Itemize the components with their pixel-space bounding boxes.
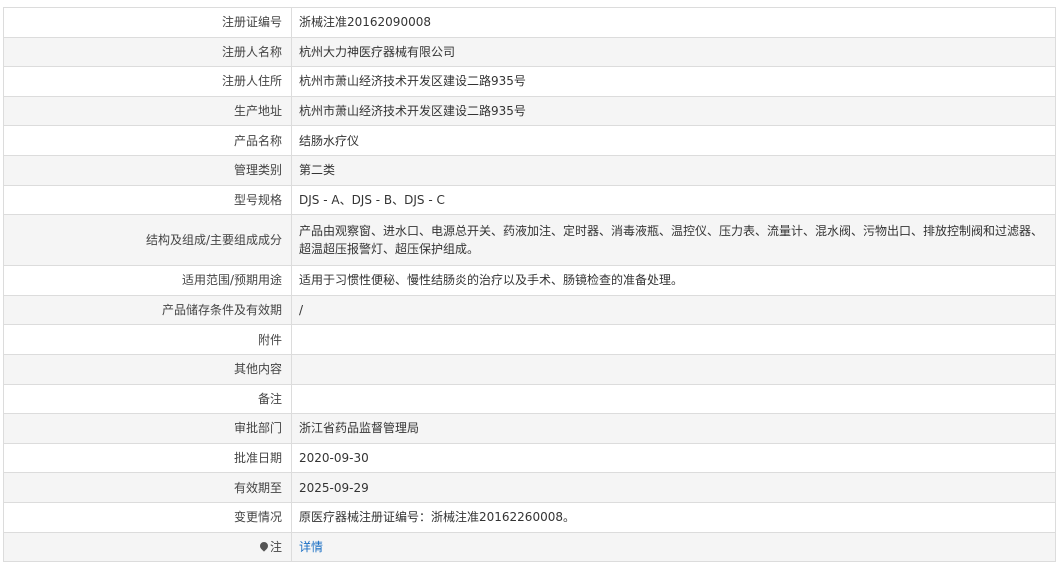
table-row: 结构及组成/主要组成成分 产品由观察窗、进水口、电源总开关、药液加注、定时器、消… [3, 214, 1056, 267]
row-label-storage: 产品储存条件及有效期 [3, 294, 292, 326]
table-row: 有效期至 2025-09-29 [3, 472, 1056, 503]
row-value-model-spec: DJS - A、DJS - B、DJS - C [291, 184, 1056, 216]
row-value-remarks [291, 383, 1056, 415]
table-row: 型号规格 DJS - A、DJS - B、DJS - C [3, 184, 1056, 216]
row-value-registration-number: 浙械注准20162090008 [291, 7, 1056, 38]
row-value-storage: / [291, 294, 1056, 326]
row-value-intended-use: 适用于习惯性便秘、慢性结肠炎的治疗以及手术、肠镜检查的准备处理。 [291, 265, 1056, 296]
row-label-other: 其他内容 [3, 353, 292, 385]
row-value-registrant-address: 杭州市萧山经济技术开发区建设二路935号 [291, 66, 1056, 97]
table-row: 管理类别 第二类 [3, 154, 1056, 186]
row-label-structure: 结构及组成/主要组成成分 [3, 214, 292, 267]
row-value-other [291, 353, 1056, 385]
row-label-model-spec: 型号规格 [3, 184, 292, 216]
row-label-registrant-address: 注册人住所 [3, 66, 292, 97]
row-label-management-class: 管理类别 [3, 154, 292, 186]
note-value-cell: 详情 [291, 531, 1056, 563]
table-row: 注册证编号 浙械注准20162090008 [3, 7, 1056, 38]
row-label-registration-number: 注册证编号 [3, 7, 292, 38]
row-value-management-class: 第二类 [291, 154, 1056, 186]
table-row: 注册人名称 杭州大力神医疗器械有限公司 [3, 36, 1056, 68]
note-label: 注 [269, 539, 282, 554]
table-row: 生产地址 杭州市萧山经济技术开发区建设二路935号 [3, 95, 1056, 127]
row-value-product-name: 结肠水疗仪 [291, 125, 1056, 156]
row-label-valid-until: 有效期至 [3, 472, 292, 503]
table-row: 批准日期 2020-09-30 [3, 442, 1056, 474]
table-row: 变更情况 原医疗器械注册证编号：浙械注准20162260008。 [3, 501, 1056, 533]
row-value-approval-date: 2020-09-30 [291, 442, 1056, 474]
row-label-production-address: 生产地址 [3, 95, 292, 127]
row-label-registrant-name: 注册人名称 [3, 36, 292, 68]
table-row: 注 详情 [3, 531, 1056, 563]
table-row: 产品名称 结肠水疗仪 [3, 125, 1056, 156]
table-row: 适用范围/预期用途 适用于习惯性便秘、慢性结肠炎的治疗以及手术、肠镜检查的准备处… [3, 265, 1056, 296]
details-link[interactable]: 详情 [299, 540, 323, 554]
row-value-attachment [291, 324, 1056, 355]
table-row: 注册人住所 杭州市萧山经济技术开发区建设二路935号 [3, 66, 1056, 97]
table-row: 备注 [3, 383, 1056, 415]
row-value-structure: 产品由观察窗、进水口、电源总开关、药液加注、定时器、消毒液瓶、温控仪、压力表、流… [291, 214, 1056, 267]
table-row: 审批部门 浙江省药品监督管理局 [3, 413, 1056, 444]
row-label-approval-dept: 审批部门 [3, 413, 292, 444]
registration-detail-table: 注册证编号 浙械注准20162090008 注册人名称 杭州大力神医疗器械有限公… [3, 7, 1056, 563]
row-label-product-name: 产品名称 [3, 125, 292, 156]
row-label-approval-date: 批准日期 [3, 442, 292, 474]
pin-icon [258, 540, 270, 552]
table-row: 产品储存条件及有效期 / [3, 294, 1056, 326]
row-value-approval-dept: 浙江省药品监督管理局 [291, 413, 1056, 444]
row-value-valid-until: 2025-09-29 [291, 472, 1056, 503]
row-value-changes: 原医疗器械注册证编号：浙械注准20162260008。 [291, 501, 1056, 533]
row-label-remarks: 备注 [3, 383, 292, 415]
row-label-attachment: 附件 [3, 324, 292, 355]
row-label-intended-use: 适用范围/预期用途 [3, 265, 292, 296]
row-label-changes: 变更情况 [3, 501, 292, 533]
row-value-production-address: 杭州市萧山经济技术开发区建设二路935号 [291, 95, 1056, 127]
row-value-registrant-name: 杭州大力神医疗器械有限公司 [291, 36, 1056, 68]
table-row: 其他内容 [3, 353, 1056, 385]
table-row: 附件 [3, 324, 1056, 355]
note-label-cell: 注 [3, 531, 292, 563]
